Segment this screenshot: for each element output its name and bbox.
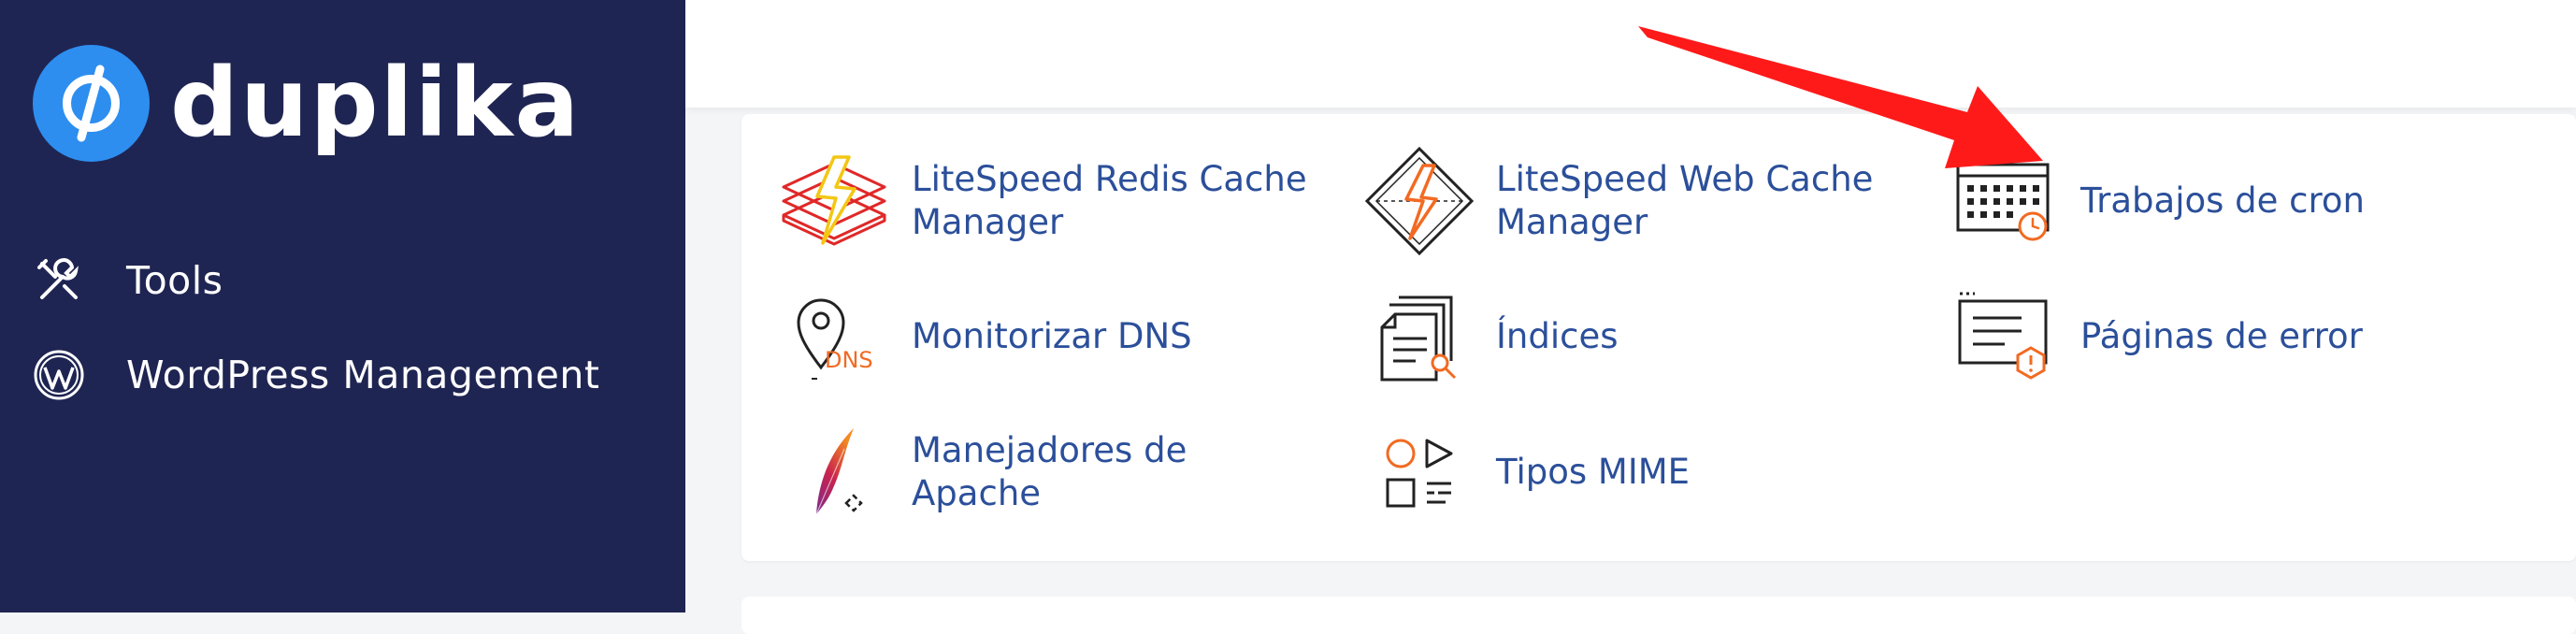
duplika-logo-icon	[33, 45, 150, 162]
tool-paginas-de-error[interactable]: Páginas de error	[1945, 278, 2363, 395]
svg-text:DNS: DNS	[825, 347, 873, 373]
sidebar-item-tools[interactable]: Tools	[33, 254, 223, 307]
tool-label: Trabajos de cron	[2080, 180, 2366, 221]
tool-label: Tipos MIME	[1496, 451, 1691, 492]
sidebar: duplika Tools WordPress Management	[0, 0, 685, 612]
mime-types-icon	[1360, 413, 1477, 530]
tool-label: Índices	[1496, 315, 1619, 356]
tool-litespeed-web-cache-manager[interactable]: LiteSpeed Web Cache Manager	[1360, 142, 1907, 259]
sidebar-item-wordpress-management[interactable]: WordPress Management	[33, 349, 599, 401]
sidebar-item-label: Tools	[126, 258, 223, 303]
top-header-bar	[685, 0, 2576, 108]
brand-logo[interactable]: duplika	[33, 45, 581, 162]
tool-label: Páginas de error	[2080, 315, 2363, 356]
dns-monitor-icon: DNS	[776, 278, 893, 395]
tool-label: Manejadores de Apache	[912, 429, 1187, 513]
indexes-icon	[1360, 278, 1477, 395]
error-pages-icon	[1945, 278, 2062, 395]
tool-label: LiteSpeed Redis Cache Manager	[912, 158, 1307, 242]
tool-manejadores-de-apache[interactable]: Manejadores de Apache	[776, 413, 1323, 530]
tool-tipos-mime[interactable]: Tipos MIME	[1360, 413, 1690, 530]
tool-label: Monitorizar DNS	[912, 315, 1192, 356]
next-card	[741, 597, 2576, 634]
brand-name: duplika	[170, 47, 582, 159]
wordpress-icon	[33, 349, 85, 401]
cron-calendar-icon	[1945, 142, 2062, 259]
litespeed-redis-icon	[776, 142, 893, 259]
tool-trabajos-de-cron[interactable]: Trabajos de cron	[1945, 142, 2365, 259]
tools-icon	[33, 254, 85, 307]
litespeed-web-cache-icon	[1360, 142, 1477, 259]
apache-feather-icon	[776, 413, 893, 530]
sidebar-item-label: WordPress Management	[126, 353, 600, 397]
tool-indices[interactable]: Índices	[1360, 278, 1619, 395]
tool-monitorizar-dns[interactable]: DNS Monitorizar DNS	[776, 278, 1192, 395]
tool-litespeed-redis-cache-manager[interactable]: LiteSpeed Redis Cache Manager	[776, 142, 1323, 259]
tool-label: LiteSpeed Web Cache Manager	[1496, 158, 1874, 242]
